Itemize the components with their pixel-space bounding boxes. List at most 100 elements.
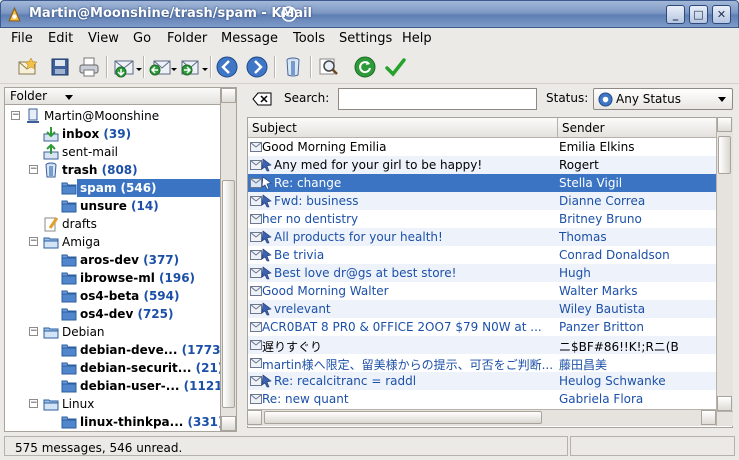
scroll-up-button[interactable] <box>717 117 732 132</box>
menu-file[interactable]: File <box>11 31 33 46</box>
collapse-icon[interactable]: − <box>29 327 38 336</box>
message-row[interactable]: Re: change Stella Vigil <box>248 174 717 192</box>
folder-item[interactable]: linux-thinkpa... (331) <box>5 413 220 431</box>
folder-item[interactable]: debian-user-... (1121) <box>5 377 220 395</box>
message-row[interactable]: ACR0BAT 8 PR0 & 0FFICE 2OO7 $79 N0W at .… <box>248 318 717 336</box>
folder-item[interactable]: − Debian <box>5 323 220 341</box>
message-row[interactable]: Good Morning Emilia Emilia Elkins <box>248 138 717 156</box>
forward-button[interactable] <box>178 54 210 80</box>
message-list-hscrollbar[interactable] <box>247 409 716 426</box>
folder-item[interactable]: os4-dev (725) <box>5 305 220 323</box>
message-row[interactable]: Re: new quant Gabriela Flora <box>248 390 717 408</box>
menu-message[interactable]: Message <box>221 31 278 46</box>
folder-item[interactable]: ibrowse-ml (196) <box>5 269 220 287</box>
menu-edit[interactable]: Edit <box>48 31 73 46</box>
scroll-up-button[interactable] <box>221 88 236 103</box>
search-input[interactable] <box>338 88 537 110</box>
maximize-button[interactable]: □ <box>689 5 708 24</box>
message-row[interactable]: 遅りすぐり ニ$BF#86!!K!;Rニ(B <box>248 336 717 354</box>
status-value: Any Status <box>616 92 681 106</box>
unread-count: (21) <box>195 361 220 375</box>
refresh-button[interactable] <box>352 54 378 80</box>
status-dropdown[interactable]: Any Status <box>593 88 733 110</box>
minimize-button[interactable]: _ <box>666 5 685 24</box>
folder-item[interactable]: − trash (808) <box>5 161 220 179</box>
envelope-icon <box>250 340 262 350</box>
collapse-icon[interactable]: − <box>29 237 38 246</box>
menu-folder[interactable]: Folder <box>167 31 207 46</box>
menu-go[interactable]: Go <box>133 31 151 46</box>
folder-item[interactable]: aros-dev (377) <box>5 251 220 269</box>
collapse-icon[interactable]: − <box>29 165 38 174</box>
menu-settings[interactable]: Settings <box>339 31 392 46</box>
folder-item[interactable]: debian-securit... (21) <box>5 359 220 377</box>
clear-search-icon[interactable] <box>252 91 272 107</box>
folder-item[interactable]: − Martin@Moonshine <box>5 107 220 125</box>
message-list[interactable]: Subject Sender Good Morning Emilia Emilia… <box>247 117 733 428</box>
message-row[interactable]: Fwd: business Dianne Correa <box>248 192 717 210</box>
message-list-scrollbar[interactable] <box>716 117 733 411</box>
message-sender: Walter Marks <box>559 284 638 298</box>
message-row[interactable]: Good Morning Walter Walter Marks <box>248 282 717 300</box>
message-row[interactable]: her no dentistry Britney Bruno <box>248 210 717 228</box>
folder-item[interactable]: spam (546) <box>5 179 220 197</box>
mark-button[interactable] <box>382 54 408 80</box>
folder-column-header[interactable]: Folder <box>4 87 237 105</box>
collapse-icon[interactable]: − <box>29 399 38 408</box>
message-row[interactable]: Any med for your girl to be happy! Rogert <box>248 156 717 174</box>
checkmark-icon <box>385 58 406 77</box>
folder-label: debian-deve... (1773) <box>80 343 220 357</box>
scroll-thumb[interactable] <box>222 180 235 408</box>
message-subject: Any med for your girl to be happy! <box>274 158 483 172</box>
message-row[interactable]: All products for your health! Thomas <box>248 228 717 246</box>
message-row[interactable]: Re: recalcitranc = raddl Heulog Schwanke <box>248 372 717 390</box>
next-button[interactable] <box>244 54 270 80</box>
folder-item[interactable]: debian-deve... (1773) <box>5 341 220 359</box>
folder-item[interactable]: sent-mail <box>5 143 220 161</box>
scroll-right-button[interactable] <box>701 410 716 425</box>
message-subject: Be trivia <box>274 248 325 262</box>
save-button[interactable] <box>47 54 73 80</box>
spam-flag-icon <box>261 176 272 190</box>
new-message-button[interactable] <box>14 54 40 80</box>
menu-view[interactable]: View <box>88 31 119 46</box>
close-button[interactable]: ✕ <box>712 5 731 24</box>
message-row[interactable]: Be trivia Conrad Donaldson <box>248 246 717 264</box>
scroll-down-button[interactable] <box>717 396 732 411</box>
column-header-subject[interactable]: Subject <box>248 118 558 138</box>
scroll-thumb[interactable] <box>264 411 542 424</box>
message-subject: her no dentistry <box>262 212 359 226</box>
folder-item[interactable]: − Linux <box>5 395 220 413</box>
folder-item[interactable]: inbox (39) <box>5 125 220 143</box>
folder-item[interactable]: os4-beta (594) <box>5 287 220 305</box>
menu-help[interactable]: Help <box>402 31 432 46</box>
check-mail-button[interactable] <box>112 54 144 80</box>
collapse-icon[interactable]: − <box>11 111 20 120</box>
folder-tree[interactable]: − Martin@Moonshine inbox (39) sent-mail − tra… <box>4 105 220 432</box>
spam-flag-icon <box>261 302 272 316</box>
scroll-thumb[interactable] <box>718 136 731 174</box>
folder-item[interactable]: − Amiga <box>5 233 220 251</box>
refresh-icon <box>354 56 376 78</box>
scroll-left-button[interactable] <box>247 410 262 425</box>
menu-tools[interactable]: Tools <box>293 31 325 46</box>
message-row[interactable]: Best love dr@gs at best store! Hugh <box>248 264 717 282</box>
account-icon <box>27 108 39 123</box>
message-row[interactable]: vrelevant Wiley Bautista <box>248 300 717 318</box>
menu-bar: File Edit View Go Folder Message Tools S… <box>0 28 739 50</box>
folder-label: linux-thinkpa... (331) <box>80 415 220 429</box>
title-bar[interactable]: Martin@Moonshine/trash/spam - KMail _ □ … <box>0 0 739 28</box>
find-button[interactable] <box>316 54 342 80</box>
previous-button[interactable] <box>214 54 240 80</box>
message-subject: Fwd: business <box>274 194 359 208</box>
unread-count: (725) <box>133 307 174 321</box>
column-header-sender[interactable]: Sender <box>558 118 718 138</box>
scroll-down-button[interactable] <box>221 416 236 431</box>
trash-button[interactable] <box>280 54 306 80</box>
folder-item[interactable]: drafts <box>5 215 220 233</box>
message-row[interactable]: martin様へ限定、留美様からの提示、可否をご判断... 藤田昌美 <box>248 354 717 372</box>
print-button[interactable] <box>76 54 102 80</box>
folder-item[interactable]: unsure (14) <box>5 197 220 215</box>
folder-scrollbar[interactable] <box>220 87 237 432</box>
reply-button[interactable] <box>147 54 179 80</box>
